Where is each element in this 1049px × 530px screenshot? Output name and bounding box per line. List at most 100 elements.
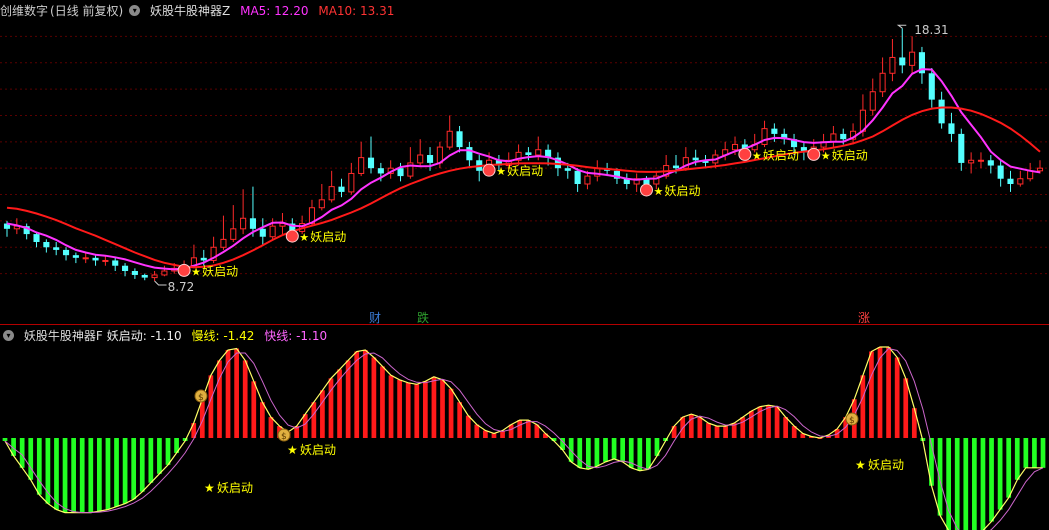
histogram-bar (594, 438, 600, 467)
histogram-bar (448, 388, 454, 438)
signal-label: 妖启动 (300, 443, 336, 457)
indicator-toggle-icon[interactable]: ▾ (3, 330, 14, 341)
histogram-bar (88, 438, 94, 513)
histogram-bar (774, 406, 780, 438)
histogram-bar (706, 423, 711, 438)
histogram-bar (440, 379, 445, 438)
histogram-bar (71, 438, 76, 513)
histogram-bar (225, 349, 231, 438)
signal-label: 妖启动 (868, 458, 904, 472)
histogram-bar (148, 438, 154, 483)
svg-text:$: $ (849, 416, 855, 426)
histogram-bar (45, 438, 51, 504)
indicator-chart: $$$★ 妖启动★ 妖启动★ 妖启动 (2, 346, 1046, 530)
histogram-bar (380, 366, 385, 438)
histogram-bar (1006, 438, 1012, 498)
histogram-bar (989, 438, 994, 522)
histogram-bar (869, 351, 874, 438)
histogram-bar (19, 438, 25, 468)
histogram-bar (405, 382, 411, 438)
stock-title: 创维数字 (0, 4, 49, 18)
histogram-bar (242, 360, 248, 438)
star-icon: ★ (204, 481, 215, 495)
histogram-bar (320, 390, 325, 438)
histogram-bar (714, 426, 720, 438)
histogram-bar (508, 424, 514, 438)
histogram-bar (217, 360, 222, 438)
star-icon: ★ (855, 458, 866, 472)
histogram-bar (79, 438, 85, 513)
period-label: (日线 前复权) (50, 4, 124, 18)
histogram-bar (937, 438, 943, 516)
histogram-bar (114, 438, 119, 507)
histogram-bar (165, 438, 171, 465)
histogram-bar (740, 417, 746, 438)
histogram-bar (1040, 438, 1046, 468)
histogram-bar (414, 384, 420, 438)
svg-text:$: $ (281, 432, 287, 442)
svg-text:$: $ (198, 393, 204, 403)
slow-line-label: 慢线: -1.42 (191, 329, 255, 343)
start-value-label: 妖启动: -1.10 (106, 329, 182, 343)
fast-line-label: 快线: -1.10 (264, 329, 328, 343)
indicator-toggle-icon[interactable]: ▾ (129, 5, 141, 16)
histogram-bar (208, 375, 214, 438)
histogram-bar (517, 420, 523, 438)
histogram-bar (397, 379, 402, 438)
histogram-bar (491, 433, 497, 438)
histogram-bar (723, 426, 728, 438)
histogram-bar (474, 424, 480, 438)
histogram-bar (354, 351, 360, 438)
histogram-bar (688, 414, 694, 438)
ma10-label: MA10: 13.31 (318, 4, 395, 18)
histogram-bar (457, 402, 463, 438)
histogram-bar (646, 438, 651, 470)
histogram-bar (259, 402, 265, 438)
ma5-label: MA5: 12.20 (240, 4, 309, 18)
money-bag-icon: $ (194, 389, 208, 403)
histogram-bar (954, 438, 960, 530)
signal-label: 妖启动 (217, 481, 253, 495)
histogram-bar (234, 348, 239, 438)
histogram-bar (697, 417, 703, 438)
star-icon: ★ (287, 443, 298, 457)
histogram-bar (268, 417, 274, 438)
histogram-bar (362, 349, 368, 438)
histogram-bar (139, 438, 145, 492)
histogram-bar (345, 360, 351, 438)
histogram-bar (903, 378, 909, 438)
histogram-bar (568, 438, 574, 462)
histogram-bar (28, 438, 34, 480)
histogram-bar (54, 438, 59, 510)
histogram-bar (766, 405, 771, 438)
histogram-bar (431, 376, 437, 438)
histogram-bar (302, 414, 308, 438)
histogram-bar (388, 375, 394, 438)
histogram-bar (36, 438, 42, 495)
histogram-bar (371, 357, 377, 438)
indicator-name[interactable]: 妖股牛股神器Z (150, 4, 230, 18)
histogram-bar (157, 438, 162, 474)
histogram-bar (62, 438, 68, 513)
top-panel-header: 创维数字 (日线 前复权) ▾ 妖股牛股神器Z MA5: 12.20 MA10: 1… (0, 1, 400, 21)
histogram-bar (748, 411, 754, 438)
histogram-bar (1023, 438, 1029, 468)
histogram-bar (328, 378, 334, 438)
histogram-bar (465, 415, 471, 438)
stock-chart-window: 18.31 8.72 ★ 妖启动 ★ 妖启动 ★ 妖启动 ★ 妖启动 ★ 妖启动 ★ 妖启动财跌涨 $ $ $… (0, 0, 1049, 530)
histogram-bar (422, 381, 428, 438)
histogram-bar (860, 375, 866, 438)
histogram-bar (1014, 438, 1020, 480)
histogram-bar (603, 438, 608, 462)
histogram-bar (783, 417, 789, 438)
histogram-bar (894, 357, 900, 438)
histogram-bar (131, 438, 137, 500)
histogram-bar (1032, 438, 1037, 468)
histogram-bar (972, 438, 977, 530)
histogram-bar (611, 438, 617, 459)
histogram-bar (620, 438, 626, 462)
histogram-bar (122, 438, 128, 504)
histogram-bar (2, 438, 8, 441)
money-bag-icon: $ (277, 428, 291, 442)
sub-indicator-name[interactable]: 妖股牛股神器F (24, 329, 103, 343)
